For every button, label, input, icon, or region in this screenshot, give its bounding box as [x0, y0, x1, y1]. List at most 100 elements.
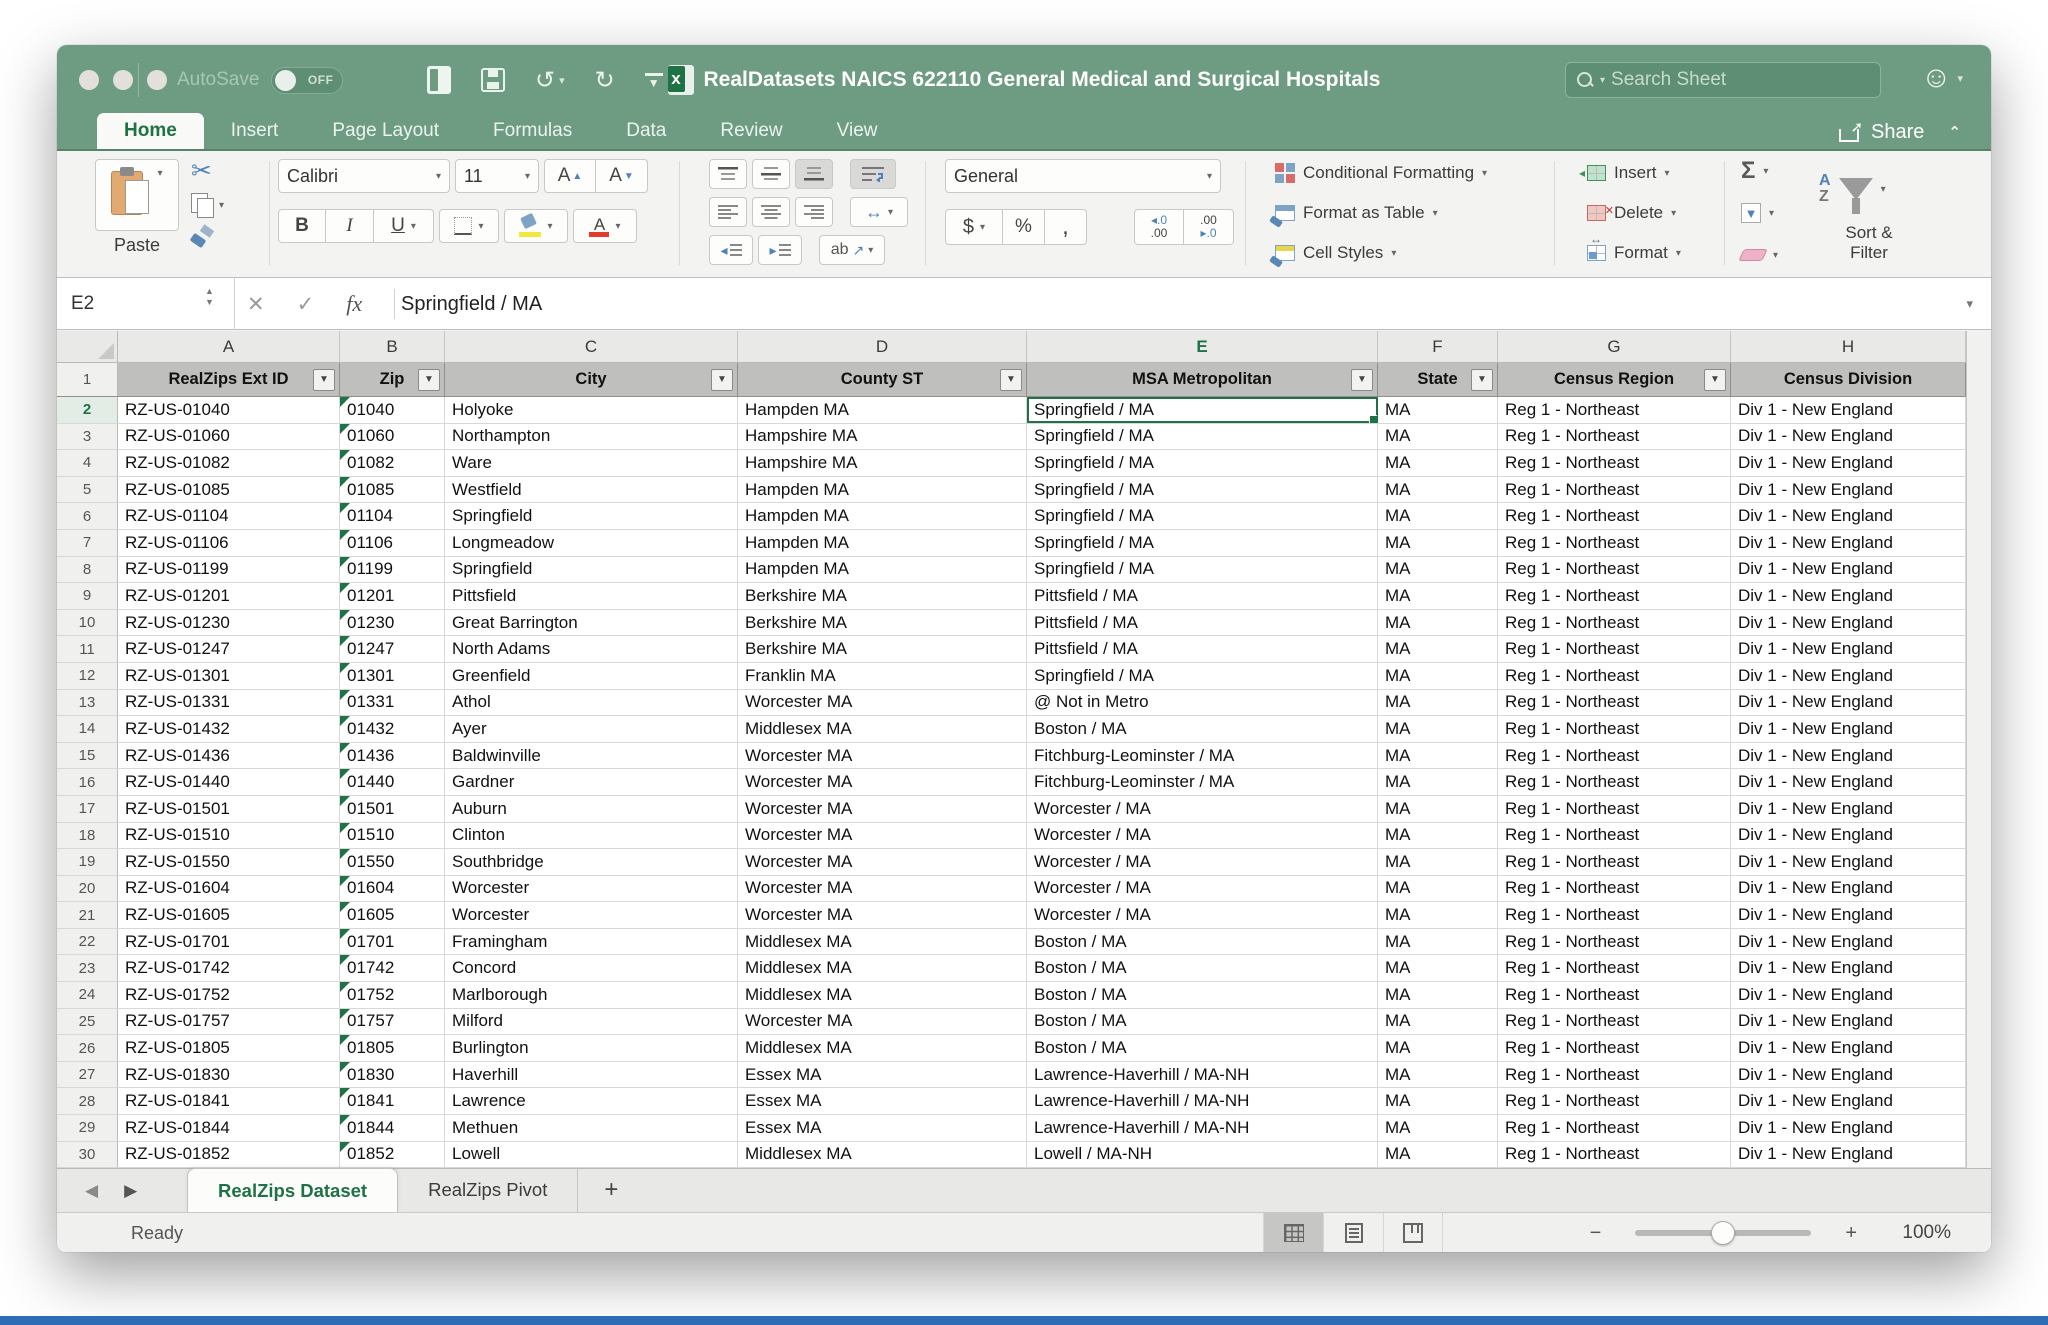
cell[interactable]: Reg 1 - Northeast: [1498, 1088, 1731, 1115]
column-header-F[interactable]: F: [1378, 331, 1498, 362]
page-break-view-button[interactable]: [1383, 1213, 1443, 1252]
cell[interactable]: Reg 1 - Northeast: [1498, 716, 1731, 742]
cell[interactable]: Worcester: [445, 902, 738, 928]
cell[interactable]: Div 1 - New England: [1731, 450, 1966, 476]
normal-view-button[interactable]: [1263, 1213, 1323, 1252]
cell[interactable]: MA: [1378, 849, 1498, 875]
cell[interactable]: Reg 1 - Northeast: [1498, 529, 1731, 556]
fill-color-button[interactable]: ▾: [504, 209, 568, 243]
cell[interactable]: Worcester / MA: [1027, 902, 1378, 928]
cell[interactable]: MA: [1378, 1008, 1498, 1035]
sheet-tab-realzips-pivot[interactable]: RealZips Pivot: [398, 1168, 579, 1212]
cell[interactable]: Berkshire MA: [738, 609, 1027, 636]
cell[interactable]: Middlesex MA: [738, 1035, 1027, 1061]
undo-button[interactable]: ↺ ▾: [535, 66, 565, 95]
cell[interactable]: MA: [1378, 822, 1498, 849]
bold-button[interactable]: B: [278, 209, 326, 243]
select-all-corner[interactable]: [57, 331, 118, 362]
cell[interactable]: Lawrence-Haverhill / MA-NH: [1027, 1061, 1378, 1088]
conditional-formatting-button[interactable]: Conditional Formatting ▾: [1275, 157, 1487, 189]
cell[interactable]: RZ-US-01501: [118, 795, 340, 822]
align-left-button[interactable]: [709, 197, 747, 227]
cell[interactable]: Hampden MA: [738, 476, 1027, 503]
cell[interactable]: Essex MA: [738, 1061, 1027, 1088]
cell[interactable]: Hampshire MA: [738, 450, 1027, 476]
cell[interactable]: Springfield / MA: [1027, 662, 1378, 689]
zoom-slider[interactable]: [1635, 1221, 1812, 1245]
search-field[interactable]: ▾ Search Sheet: [1565, 62, 1881, 98]
filter-dropdown-button[interactable]: ▼: [711, 368, 733, 391]
column-header-D[interactable]: D: [738, 331, 1027, 362]
cell[interactable]: Springfield / MA: [1027, 529, 1378, 556]
cell[interactable]: 01605: [340, 902, 445, 928]
format-as-table-button[interactable]: Format as Table ▾: [1269, 197, 1438, 229]
cell[interactable]: 01844: [340, 1115, 445, 1141]
cell[interactable]: Div 1 - New England: [1731, 928, 1966, 955]
row-header[interactable]: 12: [57, 662, 118, 689]
header-cell[interactable]: Census Division: [1731, 363, 1966, 396]
cell[interactable]: Lowell / MA-NH: [1027, 1141, 1378, 1168]
insert-function-button[interactable]: fx: [346, 291, 362, 317]
cell[interactable]: Worcester MA: [738, 689, 1027, 716]
tab-data[interactable]: Data: [599, 113, 693, 149]
format-cells-button[interactable]: Format▾: [1587, 232, 1681, 269]
cell[interactable]: MA: [1378, 583, 1498, 609]
cell[interactable]: MA: [1378, 1061, 1498, 1088]
cell[interactable]: Ware: [445, 450, 738, 476]
cell[interactable]: Worcester MA: [738, 822, 1027, 849]
cell[interactable]: Springfield / MA: [1027, 397, 1378, 423]
cell[interactable]: MA: [1378, 1115, 1498, 1141]
column-header-C[interactable]: C: [445, 331, 738, 362]
cell[interactable]: Worcester: [445, 875, 738, 902]
cell[interactable]: Lawrence-Haverhill / MA-NH: [1027, 1115, 1378, 1141]
cell[interactable]: Reg 1 - Northeast: [1498, 1035, 1731, 1061]
row-header[interactable]: 1: [57, 363, 118, 396]
cell[interactable]: Essex MA: [738, 1088, 1027, 1115]
cell[interactable]: Burlington: [445, 1035, 738, 1061]
cell[interactable]: Boston / MA: [1027, 716, 1378, 742]
comma-format-button[interactable]: ,: [1045, 209, 1087, 245]
cell[interactable]: Concord: [445, 955, 738, 982]
cell[interactable]: RZ-US-01199: [118, 556, 340, 583]
cell[interactable]: Div 1 - New England: [1731, 1035, 1966, 1061]
cell[interactable]: Hampshire MA: [738, 423, 1027, 450]
cell[interactable]: Hampden MA: [738, 529, 1027, 556]
cell[interactable]: 01830: [340, 1061, 445, 1088]
cell[interactable]: Reg 1 - Northeast: [1498, 689, 1731, 716]
paste-button[interactable]: ▾: [95, 159, 179, 231]
font-name-combo[interactable]: Calibri ▾: [278, 159, 450, 193]
cell[interactable]: MA: [1378, 450, 1498, 476]
cell[interactable]: Fitchburg-Leominster / MA: [1027, 742, 1378, 769]
row-header[interactable]: 2: [57, 397, 118, 423]
cell[interactable]: Boston / MA: [1027, 955, 1378, 982]
cell[interactable]: Worcester MA: [738, 1008, 1027, 1035]
row-header[interactable]: 13: [57, 689, 118, 716]
cell[interactable]: Lawrence: [445, 1088, 738, 1115]
filter-dropdown-button[interactable]: ▼: [1704, 368, 1726, 391]
row-header[interactable]: 9: [57, 583, 118, 609]
cell[interactable]: Div 1 - New England: [1731, 662, 1966, 689]
cell[interactable]: Haverhill: [445, 1061, 738, 1088]
cell[interactable]: MA: [1378, 795, 1498, 822]
cell[interactable]: RZ-US-01742: [118, 955, 340, 982]
tab-insert[interactable]: Insert: [204, 113, 306, 149]
cell[interactable]: RZ-US-01550: [118, 849, 340, 875]
cell[interactable]: Southbridge: [445, 849, 738, 875]
cell[interactable]: Reg 1 - Northeast: [1498, 1061, 1731, 1088]
cell[interactable]: Div 1 - New England: [1731, 609, 1966, 636]
cell[interactable]: Div 1 - New England: [1731, 742, 1966, 769]
feedback-button[interactable]: ☺ ▾: [1921, 63, 1963, 93]
cell[interactable]: RZ-US-01432: [118, 716, 340, 742]
cell[interactable]: RZ-US-01604: [118, 875, 340, 902]
cell[interactable]: RZ-US-01510: [118, 822, 340, 849]
cell[interactable]: Worcester MA: [738, 902, 1027, 928]
cell[interactable]: Springfield / MA: [1027, 423, 1378, 450]
cell[interactable]: Reg 1 - Northeast: [1498, 450, 1731, 476]
share-button[interactable]: Share: [1871, 121, 1924, 144]
cell[interactable]: Reg 1 - Northeast: [1498, 795, 1731, 822]
tab-formulas[interactable]: Formulas: [466, 113, 599, 149]
cell[interactable]: RZ-US-01201: [118, 583, 340, 609]
cell[interactable]: Pittsfield / MA: [1027, 609, 1378, 636]
cell[interactable]: Reg 1 - Northeast: [1498, 769, 1731, 795]
align-right-button[interactable]: [795, 197, 833, 227]
